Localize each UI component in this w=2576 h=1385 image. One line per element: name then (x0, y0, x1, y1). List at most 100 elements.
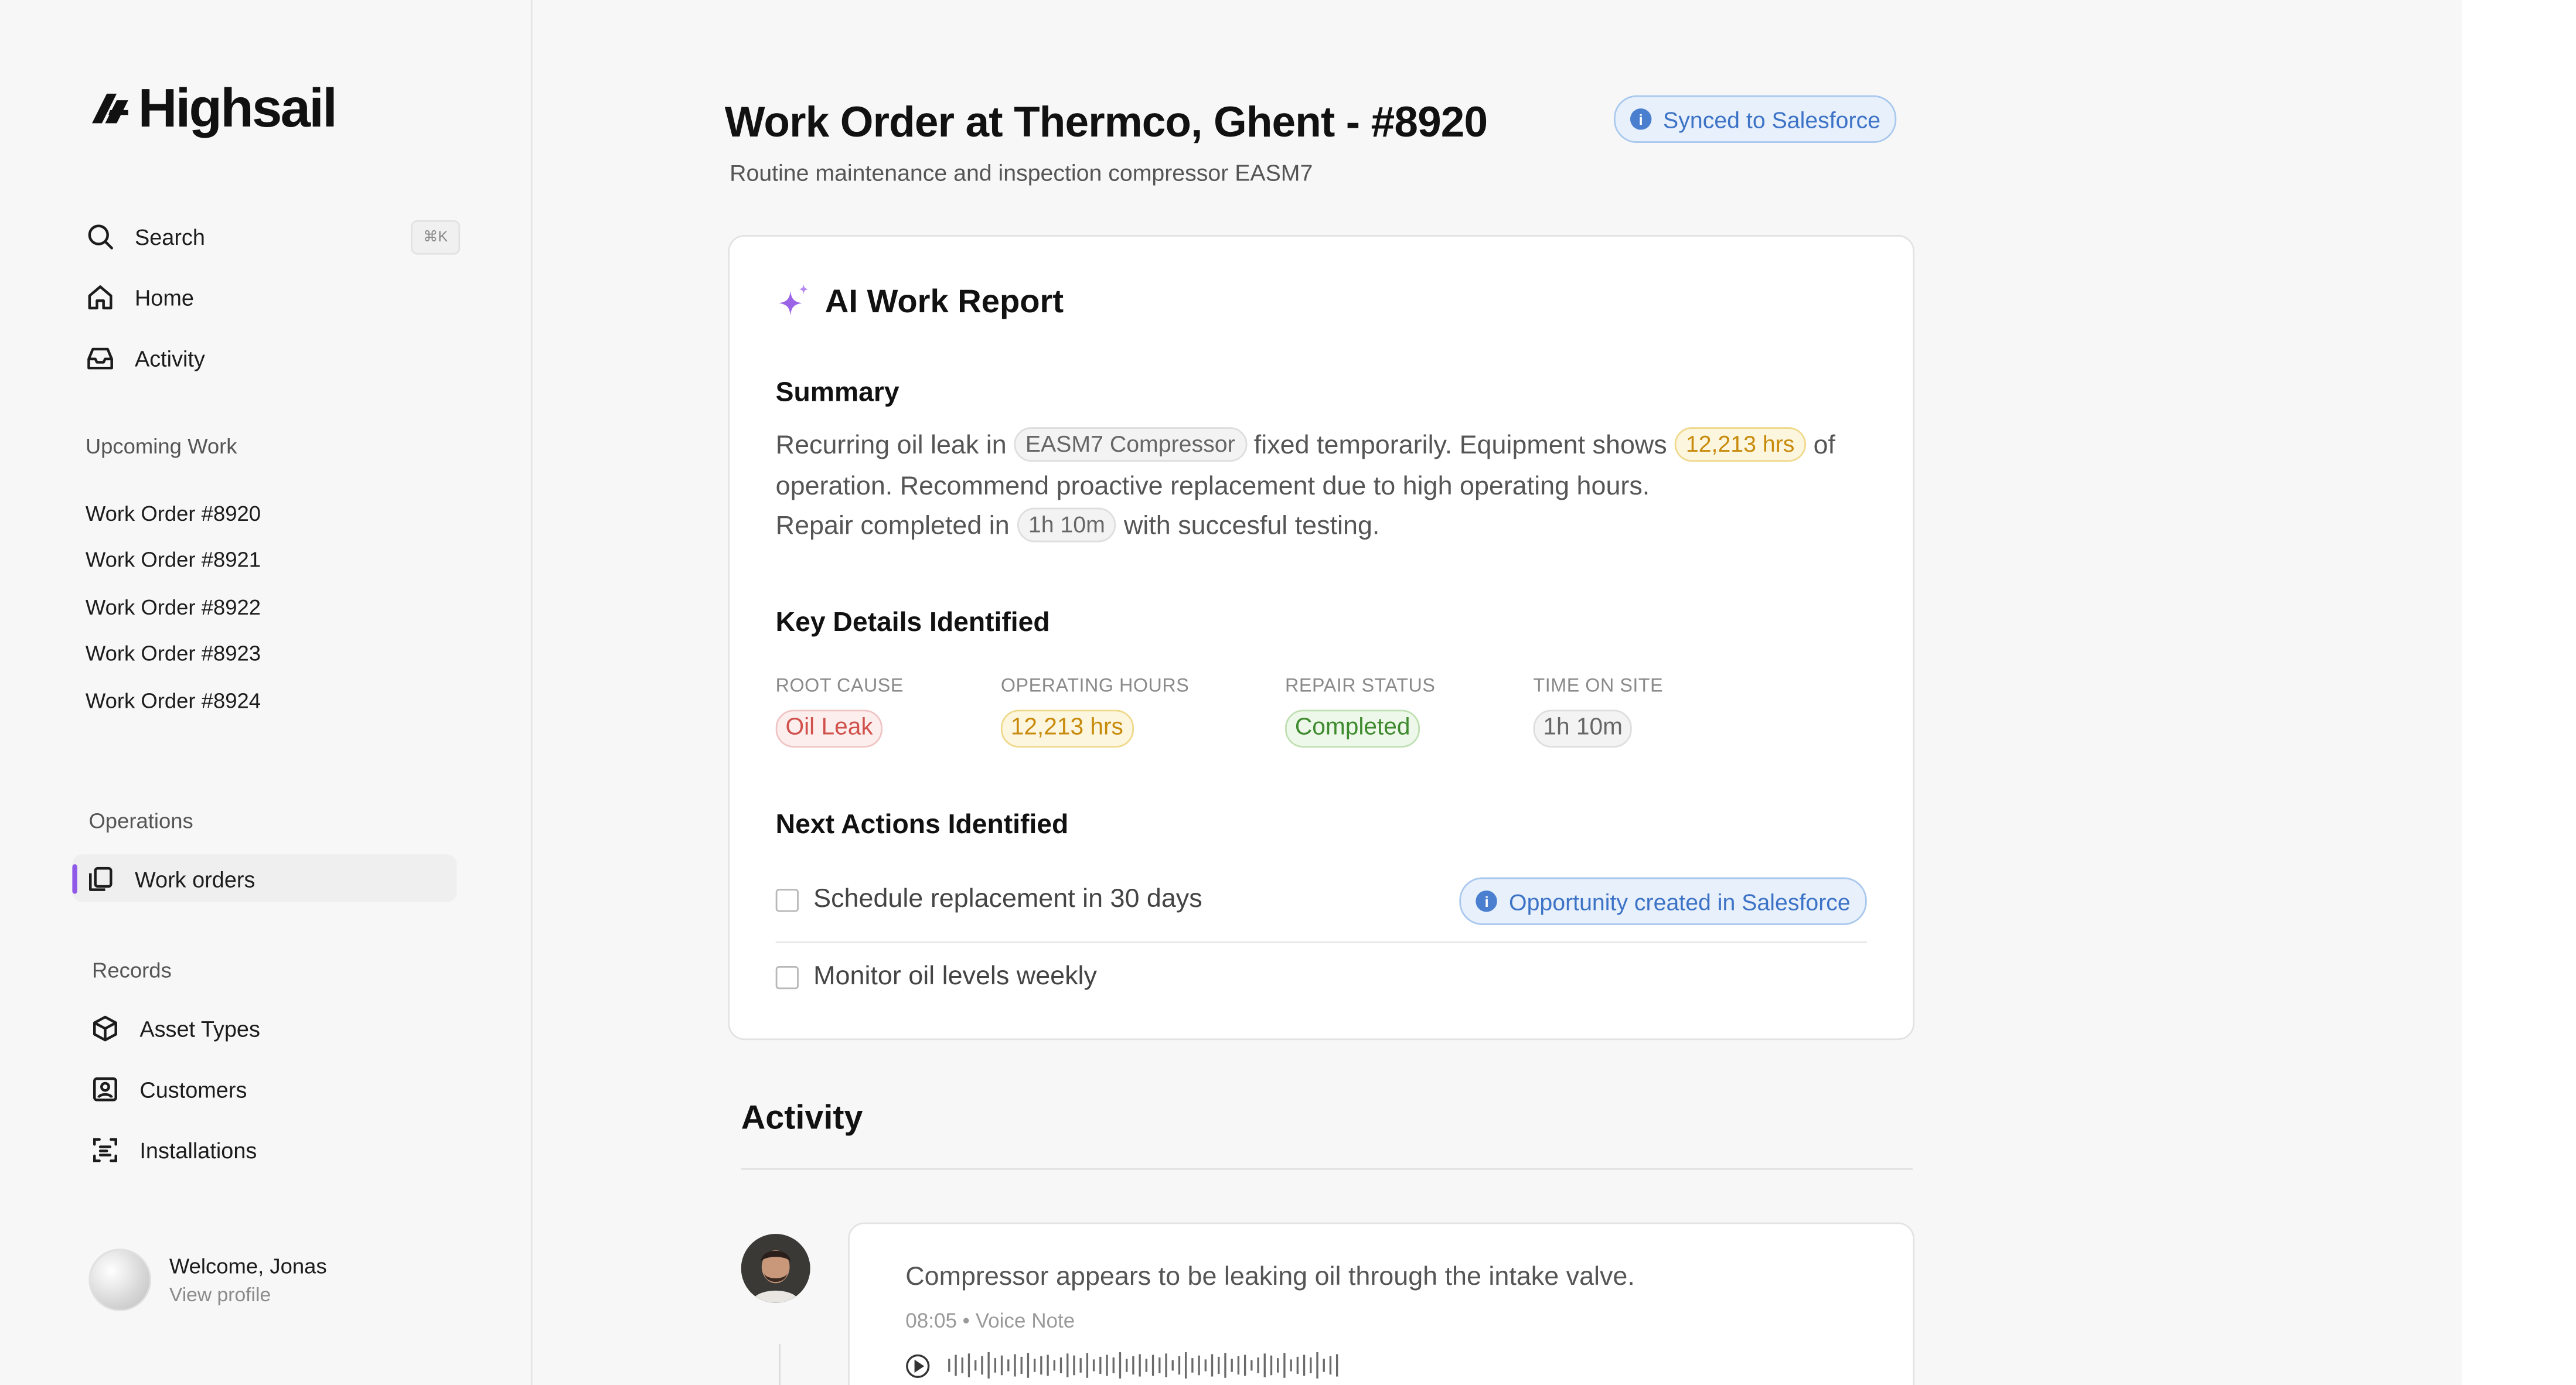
waveform-bar (1171, 1360, 1174, 1371)
waveform-bar (1040, 1356, 1042, 1375)
activity-heading: Activity (741, 1099, 863, 1137)
brand-name: Highsail (138, 77, 338, 138)
view-profile-link[interactable]: View profile (169, 1283, 327, 1306)
waveform-bar (1086, 1353, 1089, 1378)
inbox-icon (87, 347, 113, 370)
avatar[interactable] (741, 1234, 810, 1303)
upcoming-work-order-link[interactable]: Work Order #8921 (86, 547, 261, 572)
waveform-bar (1204, 1359, 1207, 1372)
nav-work-orders-label: Work orders (134, 867, 255, 892)
waveform-bar (1329, 1356, 1332, 1375)
divider (775, 941, 1867, 943)
upcoming-work-order-link[interactable]: Work Order #8920 (86, 501, 261, 526)
person-photo-icon (741, 1234, 810, 1303)
waveform-bar (1033, 1359, 1036, 1372)
search-shortcut-badge: ⌘K (411, 220, 461, 255)
waveform-bar (1191, 1358, 1194, 1373)
waveform-bar (994, 1358, 997, 1373)
synced-to-salesforce-badge[interactable]: i Synced to Salesforce (1613, 95, 1897, 143)
records-heading: Records (92, 957, 172, 983)
avatar (88, 1248, 152, 1311)
play-icon[interactable] (905, 1353, 930, 1377)
profile-menu[interactable]: Welcome, Jonas View profile (88, 1248, 327, 1311)
operating-hours-label: OPERATING HOURS (1000, 677, 1190, 697)
waveform-bar (1211, 1354, 1214, 1377)
summary-text-part: Recurring oil leak in (775, 432, 1007, 460)
waveform-bar (1296, 1356, 1299, 1374)
summary-text-part: fixed temporarily. Equipment shows (1253, 432, 1667, 460)
waveform-bar (1145, 1359, 1148, 1372)
nav-customers[interactable]: Customers (90, 1071, 247, 1107)
cube-icon (93, 1015, 117, 1042)
waveform-bar (1126, 1359, 1128, 1372)
summary-text: Recurring oil leak in EASM7 Compressor f… (776, 427, 1893, 548)
opportunity-created-badge[interactable]: i Opportunity created in Salesforce (1459, 877, 1867, 925)
waveform-bar (1277, 1358, 1279, 1373)
repair-status-value: Completed (1285, 709, 1420, 748)
nav-installations[interactable]: Installations (90, 1132, 257, 1168)
repair-time-chip: 1h 10m (1017, 507, 1117, 543)
waveform-bar (1335, 1354, 1338, 1377)
contact-card-icon (93, 1077, 117, 1101)
nav-home-label: Home (134, 285, 194, 310)
operations-heading: Operations (88, 808, 193, 833)
page-title: Work Order at Thermco, Ghent - #8920 (724, 97, 1488, 146)
repair-status-label: REPAIR STATUS (1285, 677, 1436, 697)
upcoming-work-order-link[interactable]: Work Order #8922 (86, 595, 261, 619)
nav-activity[interactable]: Activity (86, 340, 205, 377)
summary-heading: Summary (775, 378, 899, 408)
waveform-bar (1027, 1353, 1030, 1378)
nav-work-orders[interactable]: Work orders (86, 861, 255, 898)
waveform-bar (1000, 1355, 1003, 1376)
key-details-heading: Key Details Identified (775, 608, 1050, 638)
waveform-bar (967, 1353, 970, 1377)
nav-home[interactable]: Home (86, 279, 194, 316)
activity-entry-card: Compressor appears to be leaking oil thr… (848, 1222, 1915, 1385)
waveform-bar (1053, 1360, 1055, 1371)
waveform-bar (948, 1359, 950, 1372)
waveform-bar (1184, 1352, 1187, 1379)
operating-hours-chip: 12,213 hrs (1674, 427, 1807, 462)
waveform-bar (1224, 1353, 1226, 1378)
nav-search-label: Search (134, 224, 205, 249)
nav-activity-label: Activity (134, 346, 205, 371)
waveform-bar (1243, 1355, 1246, 1376)
waveform-bar (1092, 1359, 1095, 1372)
report-title: AI Work Report (824, 283, 1064, 320)
info-icon: i (1476, 890, 1498, 912)
active-indicator (72, 864, 77, 894)
waveform-bar (1119, 1352, 1122, 1379)
waveform-bar (1323, 1359, 1325, 1372)
copy-icon (88, 867, 113, 891)
waveform-bar (1257, 1357, 1259, 1373)
waveform-bar (1099, 1356, 1102, 1374)
waveform-bar (1047, 1355, 1049, 1376)
root-cause-value: Oil Leak (775, 709, 883, 748)
waveform-bar (1237, 1356, 1240, 1375)
root-cause-label: ROOT CAUSE (775, 677, 904, 697)
page-subtitle: Routine maintenance and inspection compr… (730, 159, 1313, 186)
waveform-bar (955, 1355, 957, 1376)
waveform-bar (961, 1357, 963, 1373)
nav-asset-types[interactable]: Asset Types (90, 1011, 260, 1047)
report-header: AI Work Report (776, 282, 1064, 322)
waveform-bar (1231, 1359, 1233, 1372)
waveform-bar (1165, 1353, 1167, 1377)
scan-icon (93, 1138, 117, 1162)
waveform-bar (1066, 1353, 1069, 1377)
waveform[interactable] (946, 1349, 1341, 1381)
waveform-bar (1270, 1355, 1273, 1376)
brand-logo[interactable]: Highsail (88, 77, 338, 138)
nav-installations-label: Installations (139, 1138, 257, 1163)
root-cause-detail: ROOT CAUSE Oil Leak (775, 677, 904, 748)
equipment-chip[interactable]: EASM7 Compressor (1014, 427, 1247, 462)
upcoming-work-order-link[interactable]: Work Order #8924 (86, 688, 261, 713)
nav-search[interactable]: Search (86, 219, 205, 255)
ai-work-report-card: AI Work Report Summary Recurring oil lea… (728, 235, 1915, 1041)
sidebar: Highsail Search ⌘K Home Activity Upcomin… (0, 0, 533, 1385)
waveform-bar (1263, 1353, 1266, 1377)
divider (741, 1168, 1913, 1170)
action-checkbox[interactable] (775, 966, 799, 990)
action-checkbox[interactable] (775, 889, 799, 912)
upcoming-work-order-link[interactable]: Work Order #8923 (86, 641, 261, 666)
